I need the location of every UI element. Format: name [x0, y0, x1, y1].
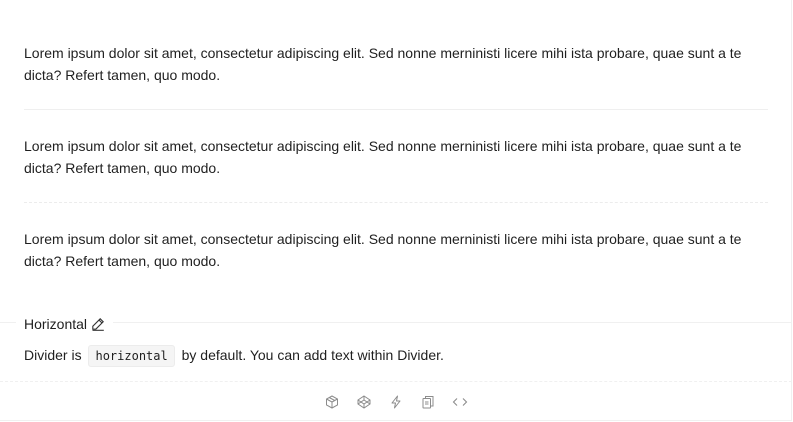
code-box-card: Lorem ipsum dolor sit amet, consectetur …: [0, 0, 792, 421]
demo-title-text: Horizontal: [24, 316, 88, 332]
copy-icon[interactable]: [419, 393, 437, 411]
code-box-actions: [0, 390, 792, 414]
demo-title: Horizontal: [16, 313, 114, 335]
divider-solid: [24, 109, 768, 110]
description-suffix: by default. You can add text within Divi…: [181, 347, 444, 363]
codepen-icon[interactable]: [355, 393, 373, 411]
thunderbolt-icon[interactable]: [387, 393, 405, 411]
edit-icon[interactable]: [91, 317, 105, 331]
divider-dashed: [24, 202, 768, 203]
actions-separator: [0, 381, 792, 382]
demo-description: Divider is horizontal by default. You ca…: [24, 344, 444, 367]
code-expand-icon[interactable]: [451, 393, 469, 411]
description-code: horizontal: [88, 345, 175, 367]
paragraph-1: Lorem ipsum dolor sit amet, consectetur …: [24, 45, 742, 83]
paragraph-3: Lorem ipsum dolor sit amet, consectetur …: [24, 231, 742, 269]
paragraph-2: Lorem ipsum dolor sit amet, consectetur …: [24, 138, 742, 176]
codesandbox-icon[interactable]: [323, 393, 341, 411]
description-prefix: Divider is: [24, 347, 82, 363]
meta-separator: [0, 322, 792, 323]
